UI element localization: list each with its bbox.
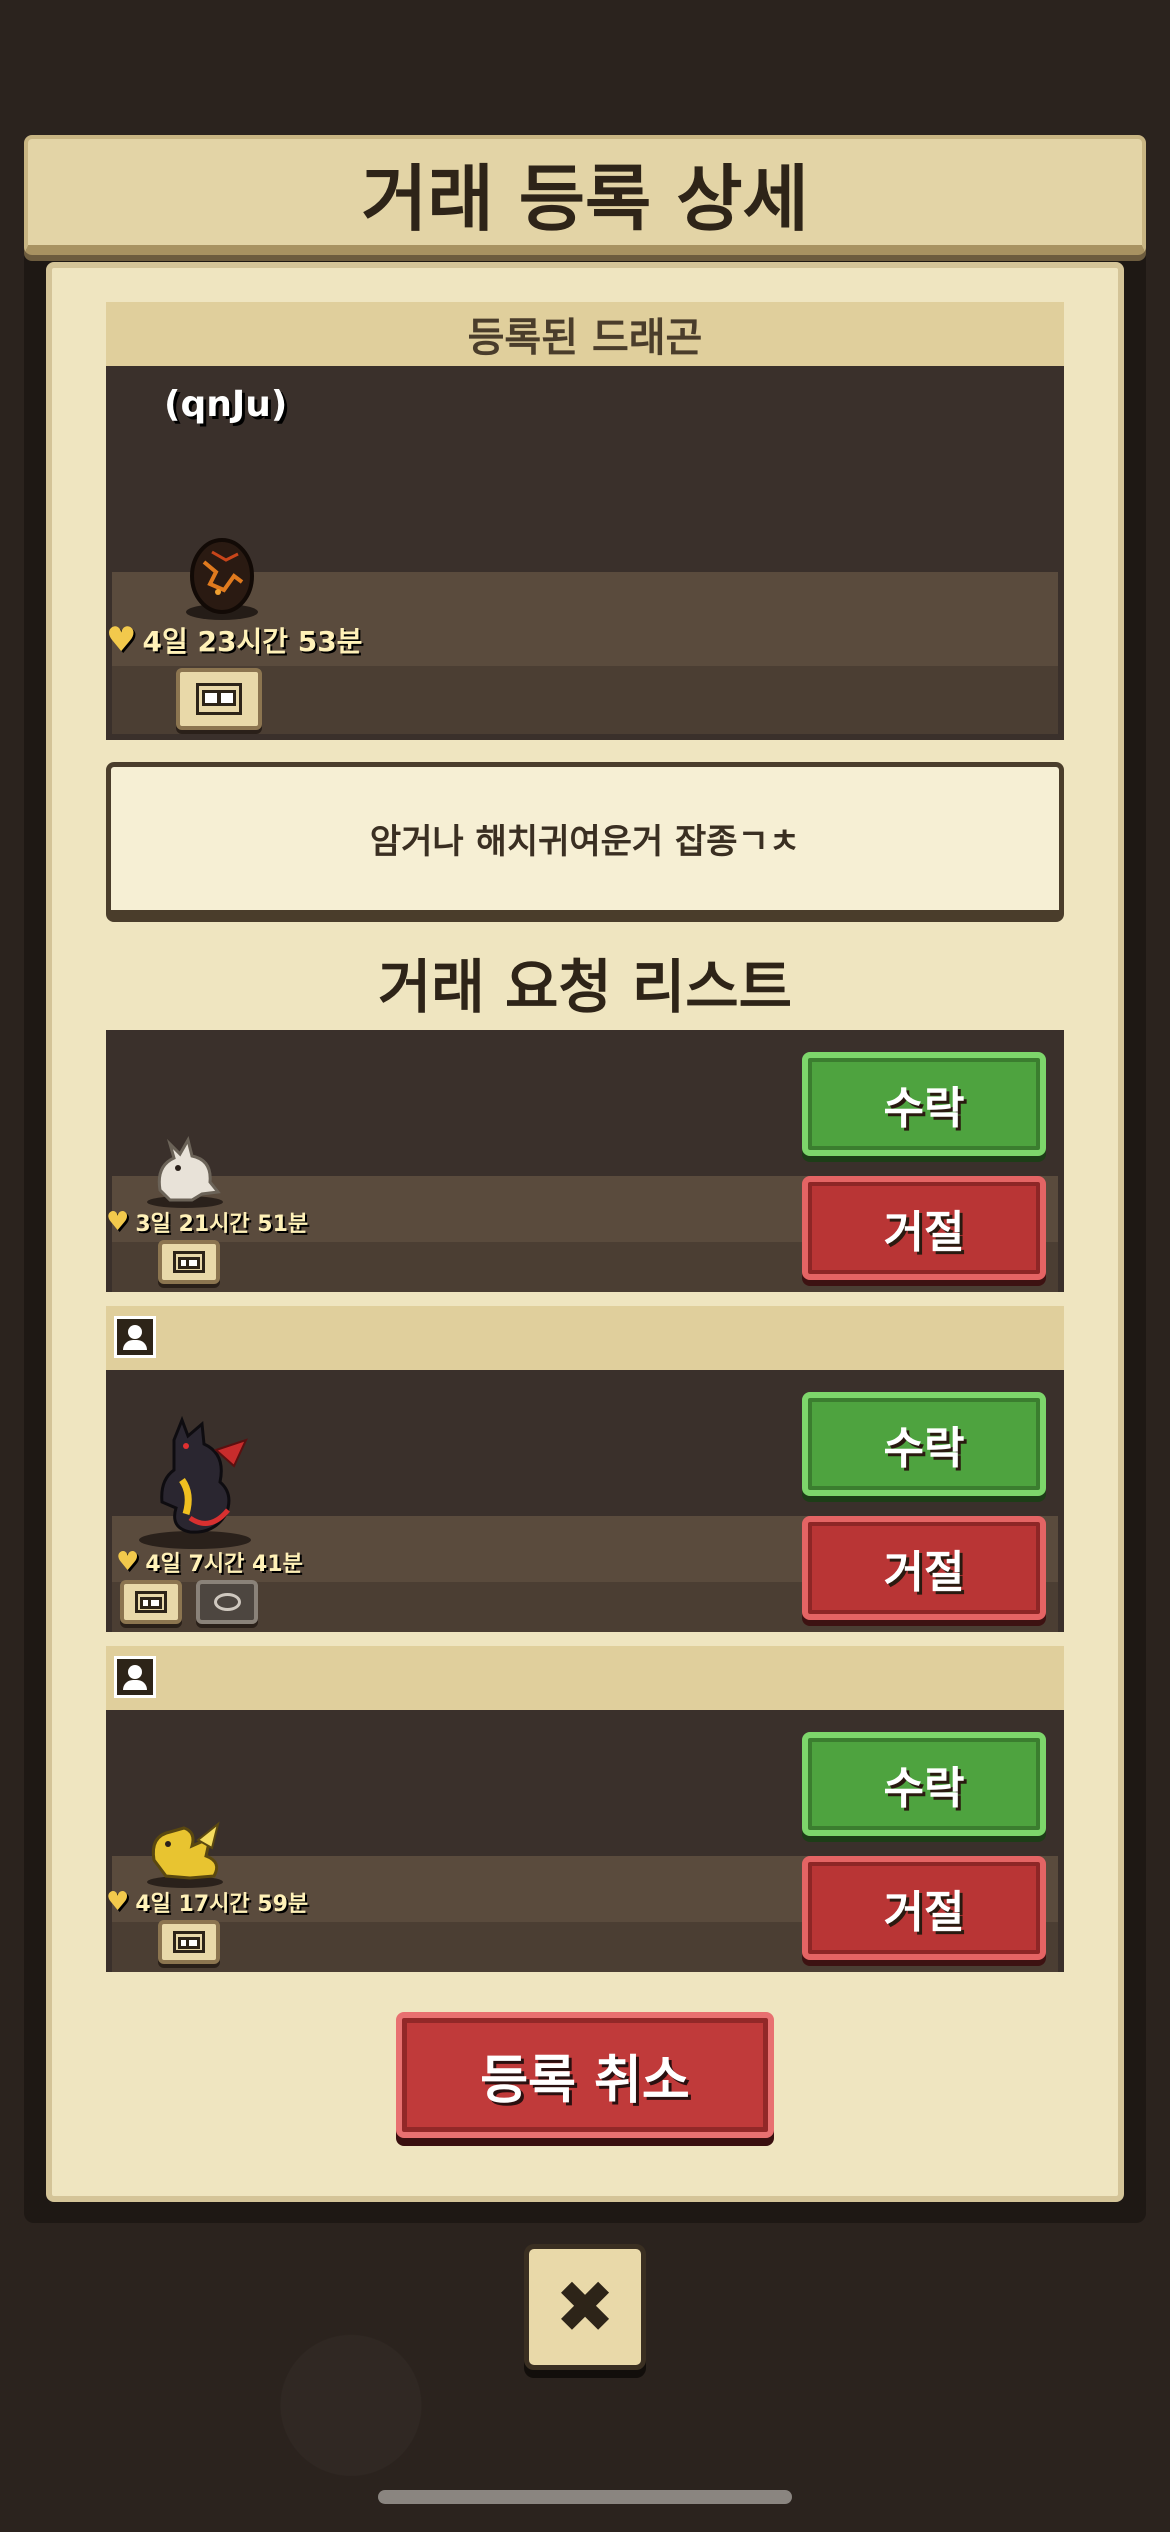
lineage-button[interactable] [176, 668, 262, 730]
registered-dragon-card[interactable]: (qnJu) ♥ 4일 23시간 53분 [106, 366, 1064, 740]
dragon-egg-icon [186, 538, 258, 620]
request-3-timer-text: 4일 17시간 59분 [135, 1892, 309, 1917]
lineage-icon [172, 1931, 206, 1953]
close-icon: ✖ [554, 2265, 616, 2349]
yellow-dragon-icon [147, 1821, 223, 1888]
close-button[interactable]: ✖ [524, 2244, 646, 2370]
request-2-timer-text: 4일 7시간 41분 [145, 1552, 303, 1577]
accept-label: 수락 [883, 1423, 965, 1474]
heart-icon: ♥ [106, 620, 137, 660]
lineage-icon [195, 682, 243, 716]
request-card-3[interactable]: ♥ 4일 17시간 59분 수락 거절 [106, 1710, 1064, 1972]
registered-timer-text: 4일 23시간 53분 [142, 625, 363, 658]
reject-button[interactable]: 거절 [802, 1516, 1046, 1620]
home-indicator[interactable] [378, 2490, 792, 2504]
heart-icon: ♥ [116, 1547, 140, 1577]
reject-label: 거절 [883, 1207, 965, 1258]
cancel-registration-label: 등록 취소 [480, 2050, 690, 2111]
cancel-registration-button[interactable]: 등록 취소 [396, 2012, 774, 2138]
person-icon[interactable] [114, 1656, 156, 1698]
lineage-button[interactable] [158, 1240, 220, 1284]
request-1-timer: ♥ 3일 21시간 51분 [106, 1206, 308, 1238]
heart-icon: ♥ [106, 1887, 130, 1917]
registered-dragon-header: 등록된 드래곤 [106, 302, 1064, 366]
owner-name: (qnJu) [164, 384, 288, 425]
target-icon [213, 1593, 241, 1611]
registered-timer: ♥ 4일 23시간 53분 [106, 620, 362, 660]
heart-icon: ♥ [106, 1207, 130, 1237]
accept-button[interactable]: 수락 [802, 1052, 1046, 1156]
ability-button[interactable] [196, 1580, 258, 1624]
lineage-icon [172, 1251, 206, 1273]
dialog-title: 거래 등록 상세 [361, 156, 809, 241]
reject-label: 거절 [883, 1547, 965, 1598]
accept-button[interactable]: 수락 [802, 1732, 1046, 1836]
accept-button[interactable]: 수락 [802, 1392, 1046, 1496]
trade-memo: 암거나 해치귀여운거 잡종ㄱㅊ [106, 762, 1064, 922]
white-dragon-icon [147, 1136, 223, 1208]
lineage-button[interactable] [120, 1580, 182, 1624]
registered-dragon-label: 등록된 드래곤 [467, 315, 703, 361]
request-1-timer-text: 3일 21시간 51분 [135, 1212, 309, 1237]
request-3-timer: ♥ 4일 17시간 59분 [106, 1886, 308, 1918]
request-3-header [106, 1646, 1064, 1710]
person-icon[interactable] [114, 1316, 156, 1358]
lineage-icon [134, 1591, 168, 1613]
reject-label: 거절 [883, 1887, 965, 1938]
request-list-title: 거래 요청 리스트 [378, 953, 792, 1021]
reject-button[interactable]: 거절 [802, 1856, 1046, 1960]
dialog-title-bar: 거래 등록 상세 [24, 135, 1146, 255]
accept-label: 수락 [883, 1763, 965, 1814]
request-card-1[interactable]: ♥ 3일 21시간 51분 수락 거절 [106, 1030, 1064, 1292]
lineage-button[interactable] [158, 1920, 220, 1964]
trade-memo-text: 암거나 해치귀여운거 잡종ㄱㅊ [369, 822, 801, 862]
request-2-timer: ♥ 4일 7시간 41분 [116, 1546, 303, 1578]
reject-button[interactable]: 거절 [802, 1176, 1046, 1280]
accept-label: 수락 [883, 1083, 965, 1134]
request-card-2[interactable]: ♥ 4일 7시간 41분 수락 거절 [106, 1370, 1064, 1632]
black-red-dragon-icon [139, 1415, 251, 1549]
request-2-header [106, 1306, 1064, 1370]
